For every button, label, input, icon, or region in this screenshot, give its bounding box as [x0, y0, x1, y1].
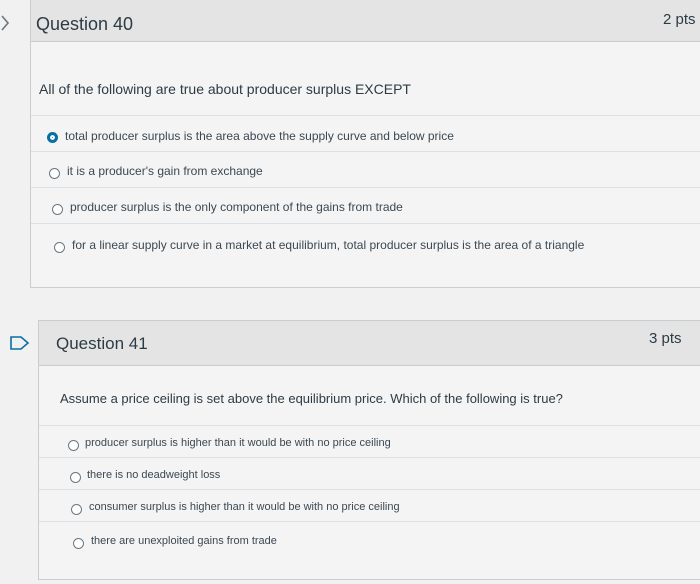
answer-option[interactable]: for a linear supply curve in a market at… — [31, 223, 700, 272]
radio-button[interactable] — [71, 504, 82, 515]
answer-option[interactable]: producer surplus is the only component o… — [31, 187, 700, 224]
question-41-title: Question 41 — [56, 334, 148, 353]
answer-label[interactable]: it is a producer's gain from exchange — [67, 164, 263, 178]
answer-option[interactable]: there are unexploited gains from trade — [39, 521, 700, 562]
radio-button[interactable] — [54, 242, 65, 253]
answer-option[interactable]: consumer surplus is higher than it would… — [39, 489, 700, 522]
answer-label[interactable]: there is no deadweight loss — [87, 469, 220, 481]
chevron-right-icon — [1, 15, 10, 31]
radio-button[interactable] — [49, 168, 60, 179]
radio-button[interactable] — [73, 538, 84, 549]
answer-option[interactable]: producer surplus is higher than it would… — [39, 425, 700, 458]
question-40-header: Question 40 2 pts — [31, 0, 700, 42]
answer-label[interactable]: there are unexploited gains from trade — [91, 535, 277, 547]
question-40-points: 2 pts — [663, 11, 696, 28]
flag-question-icon[interactable] — [10, 336, 30, 350]
answer-option[interactable]: there is no deadweight loss — [39, 457, 700, 490]
answer-option[interactable]: it is a producer's gain from exchange — [31, 151, 700, 188]
radio-button-selected[interactable] — [47, 132, 58, 143]
question-41-text: Assume a price ceiling is set above the … — [60, 391, 563, 406]
question-41-points: 3 pts — [649, 330, 682, 347]
radio-button[interactable] — [70, 472, 81, 483]
question-40-text: All of the following are true about prod… — [39, 81, 411, 97]
question-40-title: Question 40 — [36, 14, 134, 34]
answer-label[interactable]: for a linear supply curve in a market at… — [72, 238, 584, 252]
answer-label[interactable]: total producer surplus is the area above… — [65, 129, 454, 143]
answer-option[interactable]: total producer surplus is the area above… — [31, 115, 700, 152]
question-41-header: Question 41 3 pts — [39, 321, 700, 366]
answer-label[interactable]: producer surplus is the only component o… — [70, 200, 403, 214]
radio-button[interactable] — [68, 440, 79, 451]
answer-label[interactable]: consumer surplus is higher than it would… — [89, 501, 400, 513]
answer-label[interactable]: producer surplus is higher than it would… — [85, 437, 391, 449]
radio-button[interactable] — [52, 204, 63, 215]
question-40-card: Question 40 2 pts All of the following a… — [30, 0, 700, 288]
question-41-card: Question 41 3 pts Assume a price ceiling… — [38, 320, 700, 580]
